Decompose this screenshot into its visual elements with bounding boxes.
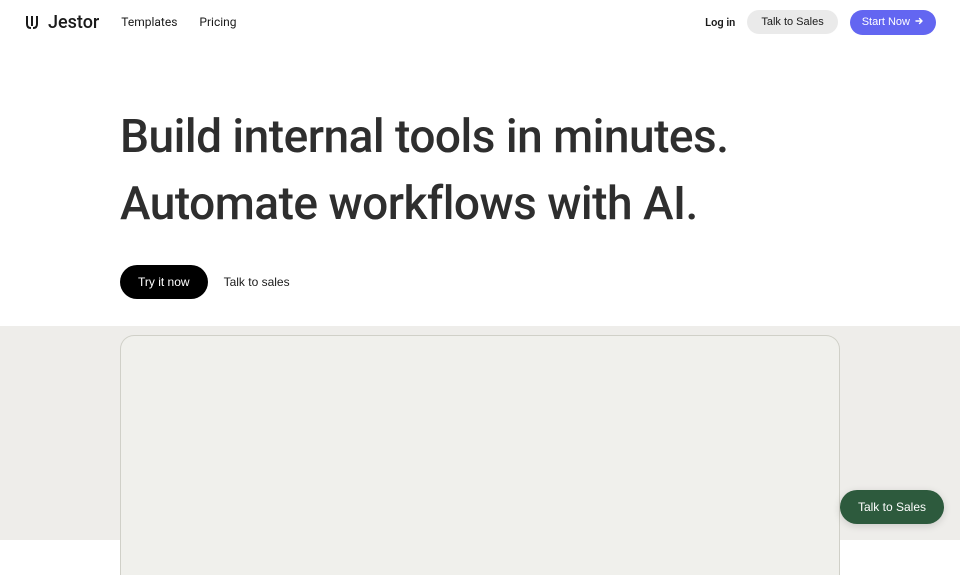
header: Jestor Templates Pricing Log in Talk to … — [0, 0, 960, 44]
login-link[interactable]: Log in — [705, 16, 735, 29]
nav-templates[interactable]: Templates — [121, 15, 177, 29]
try-it-now-button[interactable]: Try it now — [120, 265, 208, 299]
hero-section: Build internal tools in minutes. Automat… — [0, 44, 960, 299]
hero-buttons: Try it now Talk to sales — [120, 265, 840, 299]
logo-text: Jestor — [48, 12, 99, 33]
header-left: Jestor Templates Pricing — [24, 12, 237, 33]
talk-to-sales-button-hero[interactable]: Talk to sales — [224, 275, 290, 289]
header-right: Log in Talk to Sales Start Now — [705, 10, 936, 35]
hero-title: Build internal tools in minutes. Automat… — [120, 104, 840, 237]
start-now-button[interactable]: Start Now — [850, 10, 936, 35]
logo-icon — [24, 13, 42, 31]
hero-title-line2: Automate workflows with AI. — [120, 171, 840, 238]
nav-pricing[interactable]: Pricing — [199, 15, 236, 29]
talk-to-sales-button-header[interactable]: Talk to Sales — [747, 10, 837, 34]
hero-title-line1: Build internal tools in minutes. — [120, 104, 840, 171]
arrow-right-icon — [914, 16, 924, 29]
floating-chat-button[interactable]: Talk to Sales — [840, 490, 944, 524]
preview-placeholder — [120, 335, 840, 575]
logo[interactable]: Jestor — [24, 12, 99, 33]
start-now-label: Start Now — [862, 16, 910, 28]
